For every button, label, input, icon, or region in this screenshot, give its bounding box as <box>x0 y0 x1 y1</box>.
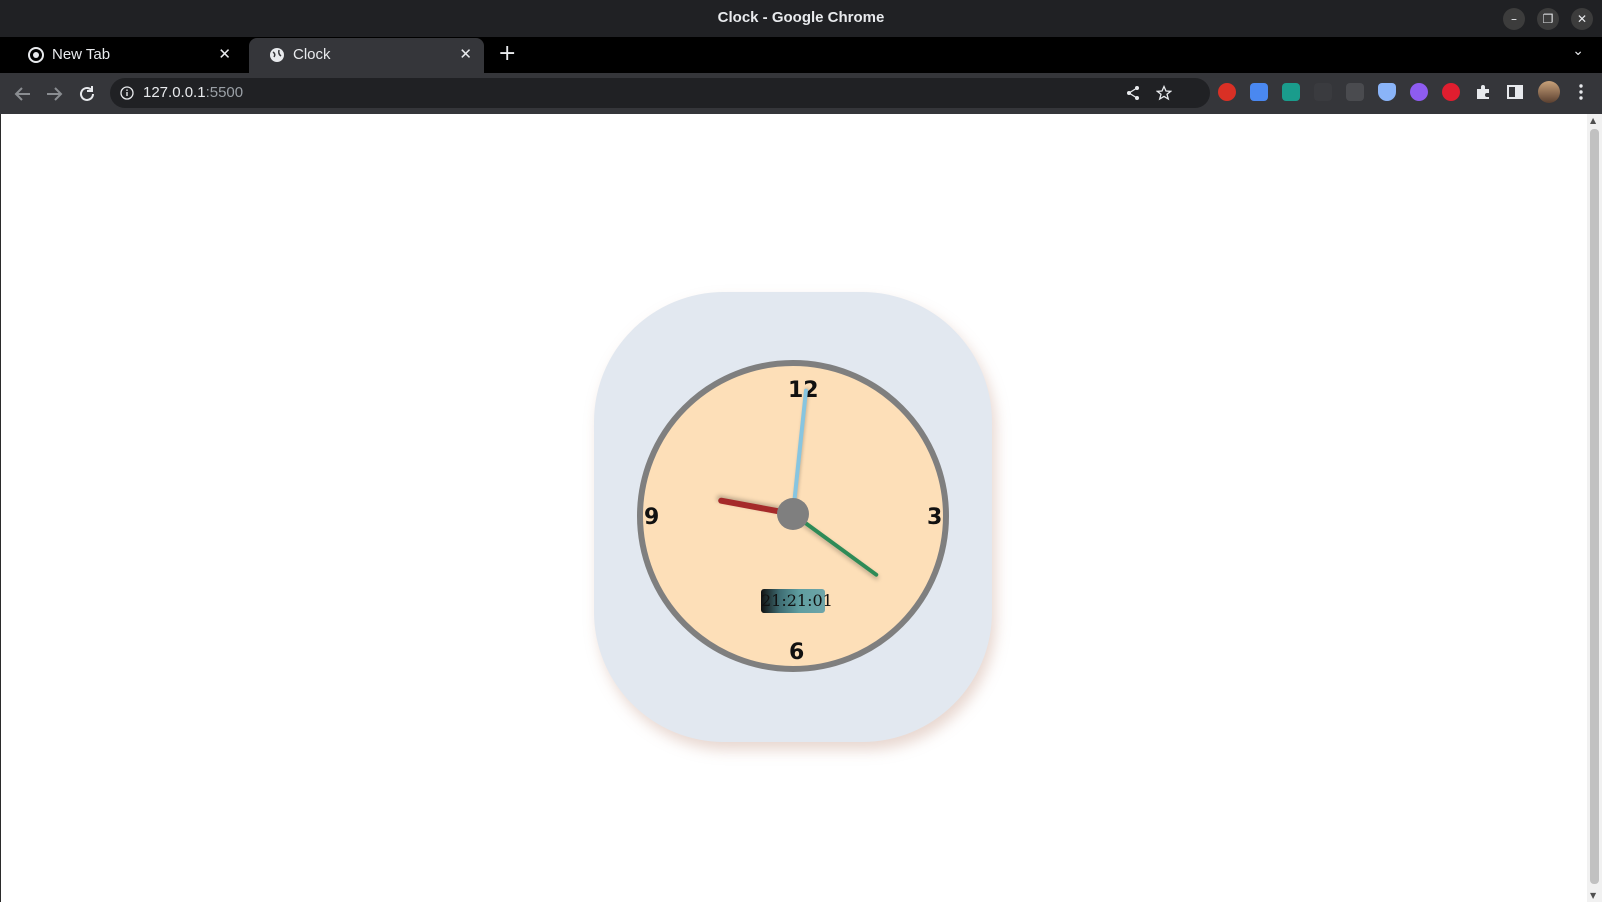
back-icon[interactable] <box>12 83 34 105</box>
mail-icon[interactable] <box>1282 83 1300 101</box>
globe-icon <box>270 48 284 62</box>
scrollbar[interactable]: ▲ ▼ <box>1587 114 1602 902</box>
numeral-6: 6 <box>789 640 805 665</box>
puzzle-icon[interactable] <box>1474 83 1492 101</box>
reload-icon[interactable] <box>76 83 98 105</box>
menu-icon[interactable] <box>1572 83 1590 101</box>
url-text[interactable]: 127.0.0.1:5500 <box>143 84 243 101</box>
scroll-thumb[interactable] <box>1590 129 1599 884</box>
numeral-9: 9 <box>644 505 660 530</box>
chrome-icon <box>28 47 44 63</box>
url-host: 127.0.0.1 <box>143 84 206 101</box>
new-tab-button[interactable]: + <box>498 41 516 66</box>
tab-label: New Tab <box>52 46 111 63</box>
profile-avatar[interactable] <box>1538 81 1560 103</box>
browser-toolbar: 127.0.0.1:5500 <box>0 73 1602 114</box>
record-icon[interactable] <box>1442 83 1460 101</box>
close-tab-icon[interactable]: ✕ <box>218 45 231 63</box>
tab-search-icon[interactable]: ⌄ <box>1572 43 1584 59</box>
scroll-up-icon[interactable]: ▲ <box>1590 116 1596 125</box>
restore-button[interactable]: ❐ <box>1537 8 1559 30</box>
css-icon[interactable] <box>1346 83 1364 101</box>
adblock-icon[interactable] <box>1218 83 1236 101</box>
minimize-button[interactable]: – <box>1503 8 1525 30</box>
json-icon[interactable] <box>1314 83 1332 101</box>
bookmark-star-icon[interactable] <box>1156 85 1172 101</box>
close-tab-icon[interactable]: ✕ <box>459 45 472 63</box>
side-panel-icon[interactable] <box>1506 83 1524 101</box>
window-title: Clock - Google Chrome <box>717 9 885 26</box>
tab-clock[interactable]: Clock ✕ <box>249 38 484 73</box>
address-bar[interactable]: 127.0.0.1:5500 <box>110 78 1210 108</box>
close-window-button[interactable]: ✕ <box>1571 8 1593 30</box>
digital-time-display: 21:21:01 <box>761 589 833 613</box>
scroll-down-icon[interactable]: ▼ <box>1590 891 1596 900</box>
docs-icon[interactable] <box>1250 83 1268 101</box>
info-icon[interactable] <box>120 86 134 100</box>
numeral-3: 3 <box>927 505 943 530</box>
shield-icon[interactable] <box>1378 83 1396 101</box>
color-icon[interactable] <box>1410 83 1428 101</box>
url-port: :5500 <box>205 84 244 101</box>
forward-icon[interactable] <box>43 83 65 105</box>
tab-new-tab[interactable]: New Tab ✕ <box>8 38 243 73</box>
tab-label: Clock <box>293 46 331 63</box>
window-titlebar: Clock - Google Chrome – ❐ ✕ <box>0 0 1602 37</box>
clock-center-pivot <box>777 498 809 530</box>
share-icon[interactable] <box>1125 85 1141 101</box>
